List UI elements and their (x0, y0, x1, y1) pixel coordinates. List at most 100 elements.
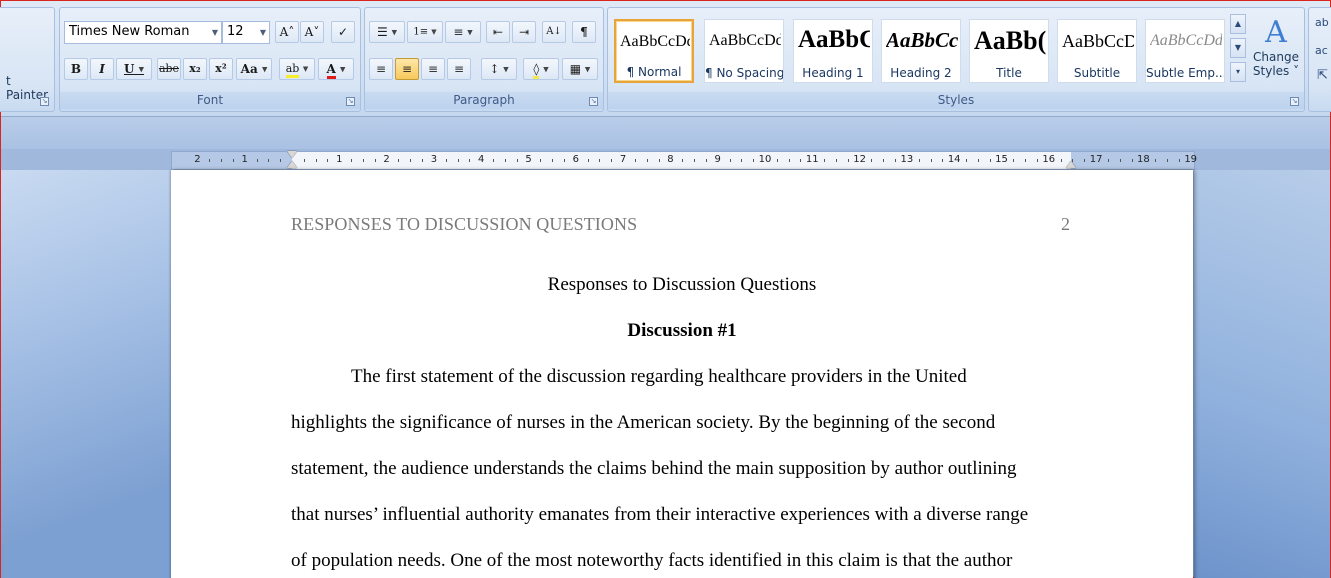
gallery-more-button[interactable]: ▾ (1230, 62, 1246, 82)
ruler-number: 17 (1089, 154, 1103, 165)
chevron-down-icon: ▼ (259, 28, 266, 37)
ruler-tick (705, 159, 707, 162)
clear-formatting-button[interactable]: ✓ (331, 21, 355, 43)
ruler-number: 6 (572, 154, 579, 165)
bold-button[interactable]: B (64, 58, 88, 80)
ruler-number: 5 (525, 154, 532, 165)
align-center-button[interactable]: ≡ (395, 58, 419, 80)
decrease-indent-button[interactable]: ⇤ (486, 21, 510, 43)
hanging-indent-marker[interactable] (287, 161, 297, 168)
styles-dialog-launcher[interactable]: ↘ (1290, 97, 1299, 106)
ruler-number: 16 (1042, 154, 1056, 165)
subscript-button[interactable]: x₂ (183, 58, 207, 80)
font-name-combo[interactable]: Times New Roman ▼ (64, 21, 222, 44)
align-right-button[interactable]: ≡ (421, 58, 445, 80)
ruler-tick (1107, 159, 1109, 162)
change-case-button[interactable]: Aa ▼ (236, 58, 272, 80)
gallery-scroll-up[interactable]: ▲ (1230, 14, 1246, 34)
italic-button[interactable]: I (90, 58, 114, 80)
strikethrough-icon: abe (158, 62, 180, 75)
grow-font-button[interactable]: A˄ (275, 21, 299, 43)
shrink-font-button[interactable]: A˅ (300, 21, 324, 43)
bullets-icon: ☰ (377, 25, 388, 39)
ruler-tick (824, 159, 826, 162)
body-text-line: The first statement of the discussion re… (351, 366, 967, 387)
style-no-spacing[interactable]: AaBbCcDd ¶ No Spacing (704, 19, 784, 83)
workspace-background-left (1, 170, 171, 578)
style-name: ¶ No Spacing (705, 66, 783, 80)
line-spacing-icon: ↕ (489, 62, 500, 76)
gallery-scroll-down[interactable]: ▼ (1230, 38, 1246, 58)
borders-button[interactable]: ▦ ▼ (562, 58, 598, 80)
numbering-button[interactable]: 1≡ ▼ (407, 21, 443, 43)
clipboard-group: t Painter ↘ (0, 7, 55, 112)
align-left-button[interactable]: ≡ (369, 58, 393, 80)
body-text-line: highlights the significance of nurses in… (291, 412, 996, 433)
style-sample: AaBb( (974, 26, 1046, 55)
style-subtitle[interactable]: AaBbCcD Subtitle (1057, 19, 1137, 83)
ruler-number: 2 (383, 154, 390, 165)
style-heading-1[interactable]: AaBbC( Heading 1 (793, 19, 873, 83)
change-styles-label-1: Change (1253, 50, 1299, 64)
ruler-tick (315, 159, 317, 162)
font-group: Times New Roman ▼ 12 ▼ A˄ A˅ ✓ B I U ▼ a… (59, 7, 361, 112)
ruler-tick (729, 159, 731, 162)
ruler-tick (895, 159, 897, 162)
body-text-line: of population needs. One of the most not… (291, 550, 1013, 571)
shading-button[interactable]: ◊ ▼ (523, 58, 559, 80)
style-name: Heading 1 (802, 66, 864, 80)
ruler-tick (776, 159, 778, 162)
chevron-down-icon: ▼ (503, 65, 509, 74)
increase-indent-button[interactable]: ⇥ (512, 21, 536, 43)
first-line-indent-marker[interactable] (287, 151, 297, 158)
multilevel-list-button[interactable]: ≡ ▼ (445, 21, 481, 43)
increase-indent-icon: ⇥ (518, 25, 530, 39)
ruler-number: 13 (900, 154, 914, 165)
running-head: RESPONSES TO DISCUSSION QUESTIONS (291, 214, 638, 234)
ruler-tick (469, 159, 471, 162)
horizontal-ruler[interactable]: 2 1 1 2 3 4 5 6 7 8 9 10 11 12 13 14 15 16 17 18 19 (171, 151, 1197, 170)
style-normal[interactable]: AaBbCcDd ¶ Normal (614, 19, 694, 83)
font-dialog-launcher[interactable]: ↘ (346, 97, 355, 106)
ruler-tick (599, 159, 601, 162)
styles-group: AaBbCcDd ¶ Normal AaBbCcDd ¶ No Spacing … (607, 7, 1305, 112)
ribbon-bottom-strip (1, 117, 1330, 149)
style-subtle-emphasis[interactable]: AaBbCcDd Subtle Emp... (1145, 19, 1225, 83)
strikethrough-button[interactable]: abe (157, 58, 181, 80)
superscript-button[interactable]: x² (209, 58, 233, 80)
clear-formatting-icon: ✓ (337, 25, 349, 39)
bullets-button[interactable]: ☰ ▼ (369, 21, 405, 43)
ruler-number: 12 (853, 154, 866, 165)
document-title: Responses to Discussion Questions (547, 274, 817, 295)
change-styles-button[interactable]: A Change Styles ˅ (1250, 15, 1302, 79)
line-spacing-button[interactable]: ↕ ▼ (481, 58, 517, 80)
ruler-number: 1 (336, 154, 343, 165)
font-color-button[interactable]: A ▼ (318, 58, 354, 80)
ruler-tick (1167, 159, 1169, 162)
ruler-tick (563, 159, 565, 162)
replace-icon[interactable]: ac (1315, 44, 1328, 57)
document-page[interactable]: RESPONSES TO DISCUSSION QUESTIONS 2 Resp… (171, 170, 1193, 578)
select-cursor-icon[interactable]: ⇱ (1317, 68, 1328, 83)
justify-button[interactable]: ≡ (447, 58, 471, 80)
find-icon[interactable]: ab (1315, 16, 1329, 29)
ruler-tick (422, 159, 424, 162)
style-heading-2[interactable]: AaBbCc Heading 2 (881, 19, 961, 83)
style-title[interactable]: AaBb( Title (969, 19, 1049, 83)
show-formatting-marks-button[interactable]: ¶ (572, 21, 596, 43)
document-heading: Discussion #1 (627, 320, 737, 341)
paragraph-dialog-launcher[interactable]: ↘ (589, 97, 598, 106)
right-indent-marker[interactable] (1066, 161, 1076, 168)
sort-button[interactable]: A↓ (542, 21, 566, 43)
ruler-tick (1036, 159, 1038, 162)
chevron-down-icon: ▼ (340, 65, 346, 74)
ruler-number: 3 (430, 154, 438, 165)
underline-button[interactable]: U ▼ (116, 58, 152, 80)
change-styles-icon: A (1265, 15, 1287, 50)
chevron-down-icon: ▼ (543, 65, 549, 74)
ruler-tick (362, 159, 364, 162)
ruler-number: 15 (995, 154, 1008, 165)
font-size-combo[interactable]: 12 ▼ (222, 21, 270, 44)
highlight-color-button[interactable]: ab ▼ (279, 58, 315, 80)
clipboard-dialog-launcher[interactable]: ↘ (40, 97, 49, 106)
